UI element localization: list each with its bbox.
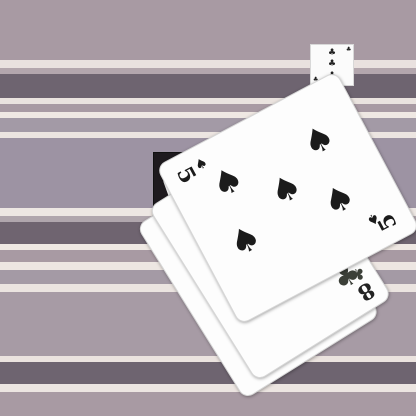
spade-icon: ♠ (222, 216, 269, 266)
spade-icon: ♠ (296, 115, 342, 166)
spade-icon: ♠ (263, 165, 310, 215)
club-icon: ♣ (328, 48, 337, 58)
club-icon: ♣ (328, 59, 337, 69)
deck-corner-suit: ♣ (346, 46, 352, 53)
spade-icon: ♠ (205, 157, 251, 208)
spade-icon: ♠ (316, 175, 363, 226)
card-rank: 5 (372, 209, 403, 235)
